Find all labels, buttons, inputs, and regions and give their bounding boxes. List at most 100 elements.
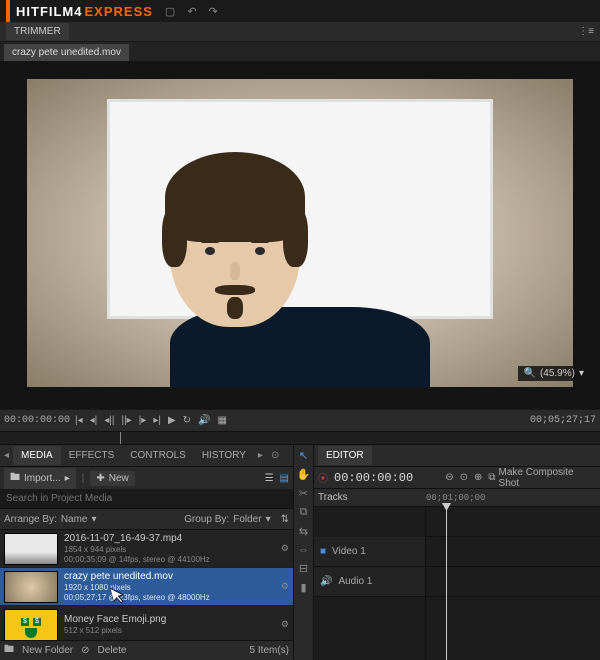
person xyxy=(170,167,430,387)
thumbnail: $$ xyxy=(4,609,58,641)
gear-icon[interactable]: ⚙ xyxy=(281,543,289,554)
chevron-down-icon[interactable]: ▾ xyxy=(92,514,97,525)
tab-media[interactable]: MEDIA xyxy=(13,446,61,465)
next-frame-icon[interactable]: ||▸ xyxy=(119,415,133,426)
media-item[interactable]: 2016-11-07_16-49-37.mp4 1854 x 944 pixel… xyxy=(0,530,293,568)
trimmer-viewport[interactable]: 🔍 (45.9%) ▾ xyxy=(0,61,600,409)
tab-history[interactable]: HISTORY xyxy=(194,446,254,465)
view-list-icon[interactable]: ☰ xyxy=(265,473,274,484)
volume-icon[interactable]: 🔊 xyxy=(196,415,212,426)
track-video-name: Video 1 xyxy=(332,546,366,557)
step-fwd-icon[interactable]: |▸ xyxy=(137,415,149,426)
timeline-header: ⦿ 00:00:00:00 ⊖ ⊙ ⊕ ⧉ Make Composite Sho… xyxy=(314,467,600,489)
tab-scroll-right-icon[interactable]: ▸ xyxy=(254,450,267,461)
gear-icon[interactable]: ⚙ xyxy=(281,619,289,630)
new-button[interactable]: ✚ New xyxy=(90,471,134,486)
save-icon[interactable]: ▢ xyxy=(165,5,175,18)
chevron-down-icon[interactable]: ▾ xyxy=(266,514,271,525)
editor-panel: ↖ ✋ ✂ ⧉ ⇆ ⇔ ⊟ ▮ EDITOR ⦿ 00:00:00:00 ⊖ ⊙… xyxy=(294,445,600,660)
step-back-icon[interactable]: ◂| xyxy=(88,415,100,426)
delete-button[interactable]: Delete xyxy=(98,645,127,656)
scrub-bar[interactable] xyxy=(0,431,600,445)
select-tool-icon[interactable]: ↖ xyxy=(299,449,308,462)
loop-icon[interactable]: ↻ xyxy=(181,415,193,426)
thumbnail xyxy=(4,571,58,603)
track-video-label[interactable]: ■ Video 1 xyxy=(314,537,425,567)
tab-controls[interactable]: CONTROLS xyxy=(122,446,194,465)
timeline-tools: ↖ ✋ ✂ ⧉ ⇆ ⇔ ⊟ ▮ xyxy=(294,445,314,660)
video-frame xyxy=(27,79,573,387)
group-by-value[interactable]: Folder xyxy=(233,514,261,525)
plus-icon: ✚ xyxy=(96,473,104,484)
goto-start-icon[interactable]: |◂ xyxy=(73,415,85,426)
view-grid-icon[interactable]: ▤ xyxy=(280,473,289,484)
media-footer: 🖿 New Folder ⊘ Delete 5 Item(s) xyxy=(0,640,293,660)
logo-sub: EXPRESS xyxy=(85,4,153,19)
track-lane-video[interactable] xyxy=(426,537,600,567)
arrange-by-value[interactable]: Name xyxy=(61,514,88,525)
tab-scroll-left-icon[interactable]: ◂ xyxy=(0,450,13,461)
timecode-current[interactable]: 00:00:00:00 xyxy=(4,415,70,426)
tracks-header: Tracks 00;01;00;00 xyxy=(314,489,600,507)
new-label: New xyxy=(109,473,129,484)
prev-edit-icon[interactable]: ⊖ xyxy=(445,472,453,483)
rate-tool-icon[interactable]: ⇆ xyxy=(299,525,308,538)
undo-icon[interactable]: ↶ xyxy=(187,5,196,18)
panel-menu-icon[interactable]: ⋮≡ xyxy=(578,26,594,37)
track-lane[interactable] xyxy=(426,507,600,537)
search-input[interactable] xyxy=(0,489,293,508)
media-item-meta: 00;00;35;09 @ 14fps, stereo @ 44100Hz xyxy=(64,555,275,565)
logo-brand: HITFILM4 xyxy=(16,4,83,19)
goto-end-icon[interactable]: ▸| xyxy=(151,415,163,426)
track-audio-name: Audio 1 xyxy=(338,576,372,587)
slip-tool-icon[interactable]: ⇔ xyxy=(298,544,309,556)
link-tool-icon[interactable]: ⊟ xyxy=(299,562,308,575)
quality-icon[interactable]: ▦ xyxy=(216,415,229,426)
arrange-row: Arrange By: Name ▾ Group By: Folder ▾ ⇅ xyxy=(0,508,293,530)
media-item-res: 512 x 512 pixels xyxy=(64,626,275,636)
hand-tool-icon[interactable]: ✋ xyxy=(297,468,311,481)
trimmer-tab[interactable]: TRIMMER xyxy=(6,23,69,40)
new-folder-button[interactable]: New Folder xyxy=(22,645,73,656)
ruler-timecode: 00;01;00;00 xyxy=(426,493,485,503)
item-count: 5 Item(s) xyxy=(250,645,289,656)
track-area[interactable] xyxy=(426,507,600,660)
timeline-playhead[interactable] xyxy=(446,507,447,660)
sort-icon[interactable]: ⇅ xyxy=(281,514,289,525)
titlebar: HITFILM4 EXPRESS ▢ ↶ ↷ xyxy=(0,0,600,22)
media-item[interactable]: $$ Money Face Emoji.png 512 x 512 pixels… xyxy=(0,606,293,640)
play-icon[interactable]: ▶ xyxy=(166,415,178,426)
clip-tab[interactable]: crazy pete unedited.mov xyxy=(4,44,129,61)
scrub-playhead[interactable] xyxy=(120,432,121,444)
timeline-body[interactable]: ■ Video 1 🔊 Audio 1 xyxy=(314,507,600,660)
timeline-timecode[interactable]: 00:00:00:00 xyxy=(334,471,413,485)
tab-effects[interactable]: EFFECTS xyxy=(61,446,123,465)
prev-frame-icon[interactable]: ◂|| xyxy=(102,415,116,426)
group-by-label: Group By: xyxy=(184,514,229,525)
editor-tab-row: EDITOR xyxy=(314,445,600,467)
media-list: 2016-11-07_16-49-37.mp4 1854 x 944 pixel… xyxy=(0,530,293,640)
clip-tabs: crazy pete unedited.mov xyxy=(0,42,600,61)
zoom-icon: 🔍 xyxy=(524,368,536,379)
timecode-duration: 00;05;27;17 xyxy=(530,415,596,426)
media-tab-row: ◂ MEDIA EFFECTS CONTROLS HISTORY ▸ ⊙ xyxy=(0,445,293,467)
chevron-down-icon: ▸ xyxy=(65,473,70,484)
tab-editor[interactable]: EDITOR xyxy=(318,446,372,465)
make-composite-button[interactable]: ⧉ Make Composite Shot xyxy=(488,467,596,489)
add-icon[interactable]: ⊕ xyxy=(474,472,482,483)
composite-icon: ⧉ xyxy=(488,472,495,483)
record-icon[interactable]: ⦿ xyxy=(318,470,328,485)
track-lane-audio[interactable] xyxy=(426,567,600,597)
track-audio-label[interactable]: 🔊 Audio 1 xyxy=(314,567,425,597)
media-item[interactable]: crazy pete unedited.mov 1920 x 1080 pixe… xyxy=(0,568,293,606)
zoom-badge[interactable]: 🔍 (45.9%) ▾ xyxy=(518,366,591,381)
import-button[interactable]: 🖿 Import... ▸ xyxy=(4,468,76,489)
marker-tool-icon[interactable]: ▮ xyxy=(300,581,306,594)
panel-options-icon[interactable]: ⊙ xyxy=(267,450,283,461)
video-track-icon: ■ xyxy=(320,546,326,557)
redo-icon[interactable]: ↷ xyxy=(209,5,218,18)
next-edit-icon[interactable]: ⊙ xyxy=(460,472,468,483)
snap-tool-icon[interactable]: ⧉ xyxy=(300,506,308,519)
slice-tool-icon[interactable]: ✂ xyxy=(299,487,308,500)
gear-icon[interactable]: ⚙ xyxy=(281,581,289,592)
